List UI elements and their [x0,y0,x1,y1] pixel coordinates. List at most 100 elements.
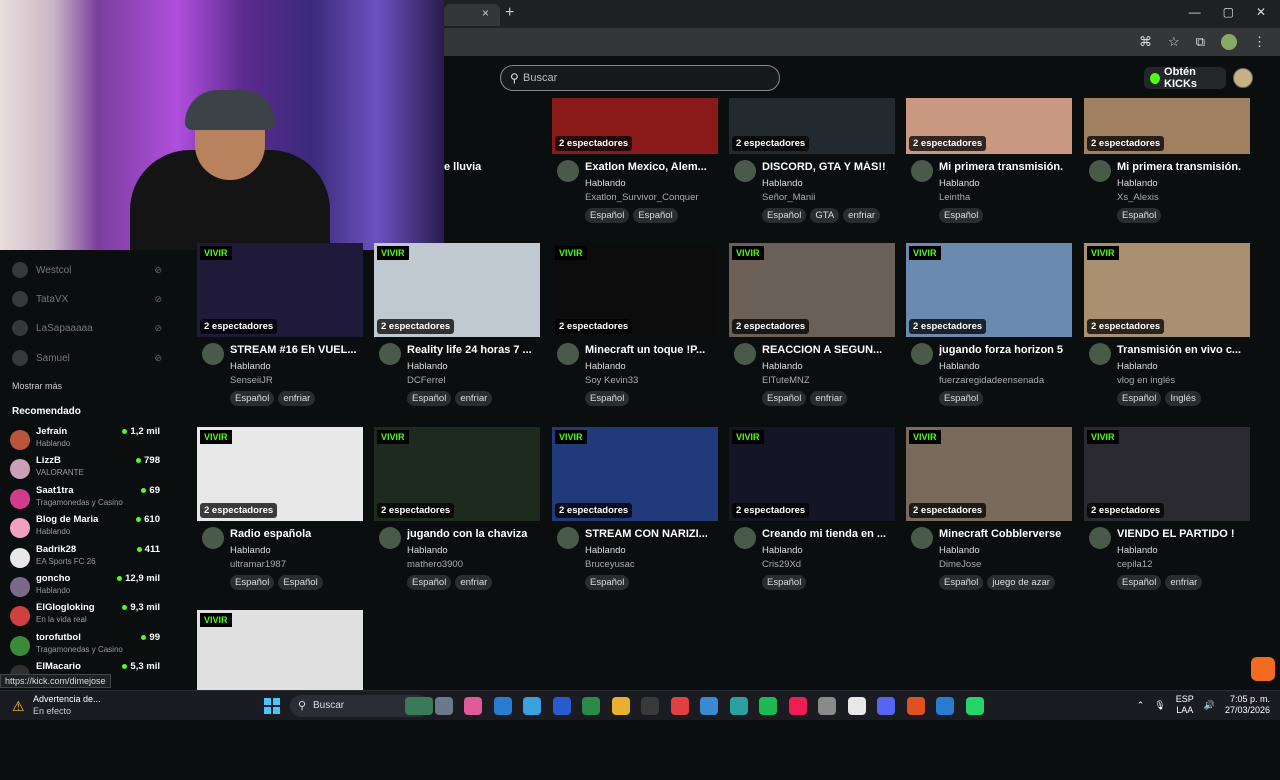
tiktok-icon[interactable] [788,697,807,715]
tag[interactable]: Español [407,391,452,406]
windows-start-icon[interactable] [264,698,280,714]
spotify-icon[interactable] [759,697,777,715]
tag[interactable]: enfriar [455,574,493,590]
stream-category[interactable]: Hablando [1117,545,1158,556]
streamer-name[interactable]: SenseiiJR [230,375,273,386]
close-window-button[interactable]: ✕ [1256,5,1266,19]
stream-thumbnail[interactable]: VIVIR 2 espectadores [197,243,363,337]
followed-channel-item[interactable]: Samuel ⊘ [12,348,162,368]
stream-category[interactable]: Hablando [762,178,803,189]
whatsapp-icon[interactable] [965,697,984,715]
close-tab-icon[interactable]: × [482,6,489,20]
stream-title[interactable]: DISCORD, GTA Y MÁS!! [762,161,897,173]
stream-category[interactable]: Hablando [585,545,626,556]
streamer-avatar[interactable] [202,526,224,549]
streamer-name[interactable]: DCFerrel [407,375,446,386]
stream-title[interactable]: Minecraft un toque !P... [585,344,720,356]
tag[interactable]: Español [762,391,807,406]
warning-title[interactable]: Advertencia de... [33,694,101,704]
stream-card[interactable]: VIVIR 2 espectadores Transmisión en vivo c… [1084,243,1252,413]
stream-category[interactable]: Hablando [407,545,448,556]
stream-thumbnail[interactable]: 2 espectadores [1084,98,1250,154]
recommended-channel-item[interactable]: Jefraín Hablando 1,2 mil [10,426,160,454]
stream-thumbnail[interactable]: 2 espectadores [552,98,718,154]
stream-card[interactable]: VIVIR 2 espectadores jugando con la chaviz… [374,426,542,597]
stream-category[interactable]: Hablando [585,178,626,189]
streamer-avatar[interactable] [734,160,756,182]
recommended-channel-item[interactable]: torofutbol Tragamonedas y Casino 99 [10,632,160,660]
settings-icon[interactable] [818,697,836,715]
browser-tab[interactable] [444,4,500,26]
stream-card[interactable]: VIVIR 2 espectadores jugando forza horizon… [906,243,1074,413]
followed-channel-item[interactable]: Westcol ⊘ [12,260,162,280]
recommended-channel-item[interactable]: Badrik28 EA Sports FC 26 411 [10,544,160,572]
menu-icon[interactable]: ⋮ [1253,34,1266,53]
minimize-button[interactable]: — [1189,5,1201,19]
streamer-avatar[interactable] [1089,160,1111,182]
steam-icon[interactable] [641,697,659,715]
stream-card[interactable]: VIVIR 2 espectadores Reality life 24 horas… [374,243,542,413]
stream-title[interactable]: STREAM CON NARIZI... [585,528,720,540]
stream-category[interactable]: Hablando [1117,361,1158,372]
photos-icon[interactable] [552,697,571,715]
volume-icon[interactable]: 🔊 [1204,700,1215,711]
stream-title[interactable]: Transmisión en vivo c... [1117,344,1252,356]
stream-thumbnail[interactable]: VIVIR 2 espectadores [374,243,540,337]
stream-category[interactable]: Hablando [585,361,626,372]
get-kicks-button[interactable]: Obtén KICKs [1144,66,1226,90]
stream-category[interactable]: Hablando [939,545,980,556]
app-icon[interactable] [700,697,718,715]
recommended-channel-item[interactable]: LizzB VALORANTE 798 [10,455,160,483]
defender-icon[interactable] [936,697,954,715]
tag[interactable]: enfriar [1165,574,1203,590]
stream-category[interactable]: Hablando [762,545,803,556]
tag[interactable]: Español [1117,391,1162,406]
excel-icon[interactable] [582,697,600,715]
streamer-name[interactable]: Señor_Manii [762,192,815,203]
streamer-avatar[interactable] [557,343,579,365]
store-icon[interactable] [523,697,541,715]
stream-thumbnail[interactable]: VIVIR 2 espectadores [374,426,540,521]
stream-thumbnail[interactable]: VIVIR 2 espectadores [1084,426,1250,521]
stream-thumbnail[interactable]: VIVIR 2 espectadores [729,426,895,521]
stream-card[interactable]: VIVIR 2 espectadores STREAM CON NARIZI... H… [552,426,720,597]
streamer-avatar[interactable] [1089,526,1111,549]
stream-title[interactable]: STREAM #16 Eh VUEL... [230,344,365,356]
stream-thumbnail[interactable]: 2 espectadores [906,98,1072,154]
streamer-name[interactable]: mathero3900 [407,559,463,570]
streamer-name[interactable]: ultramar1987 [230,559,286,570]
show-more-link[interactable]: Mostrar más [12,381,62,391]
stream-thumbnail[interactable]: 2 espectadores [729,98,895,154]
recommended-channel-item[interactable]: ElGlogloking En la vida real 9,3 mil [10,602,160,630]
mic-icon[interactable]: 🎙 [1154,700,1165,711]
widget-icon[interactable] [405,697,433,715]
stream-thumbnail[interactable]: VIVIR 2 espectadores [906,243,1072,337]
translate-icon[interactable]: ⌘ [1139,34,1152,53]
tag[interactable]: Inglés [1165,391,1201,406]
stream-title[interactable]: Minecraft Cobblerverse [939,528,1074,540]
stream-card[interactable]: VIVIR 2 espectadores VIENDO EL PARTIDO ! Ha… [1084,426,1252,597]
stream-title[interactable]: Mi primera transmisión. [1117,161,1252,173]
edge-icon[interactable] [493,697,512,715]
stream-thumbnail[interactable]: VIVIR 2 espectadores [729,243,895,337]
streamer-avatar[interactable] [911,526,933,549]
streamer-avatar[interactable] [1089,343,1111,365]
tag[interactable]: Español [1117,208,1162,223]
tag[interactable]: Español [1117,574,1162,590]
tag[interactable]: Español [230,574,275,590]
tag[interactable]: juego de azar [987,574,1055,590]
stream-card[interactable]: VIVIR 2 espectadores STREAM #16 Eh VUEL...… [197,243,365,413]
tag[interactable]: enfriar [810,391,848,406]
stream-thumbnail[interactable]: VIVIR 2 espectadores [552,243,718,337]
bookmark-star-icon[interactable]: ☆ [1168,34,1180,53]
recommended-channel-item[interactable]: Blog de Maria Hablando 610 [10,514,160,542]
streamer-name[interactable]: vlog en inglés [1117,375,1175,386]
extensions-icon[interactable]: ⧉ [1196,34,1205,53]
streamer-avatar[interactable] [557,526,579,549]
stream-category[interactable]: Hablando [939,361,980,372]
tag[interactable]: enfriar [843,208,881,223]
tag[interactable]: Español [939,208,984,223]
streamer-avatar[interactable] [911,343,933,365]
new-tab-button[interactable]: + [505,4,514,22]
recommended-channel-item[interactable]: goncho Hablando 12,9 mil [10,573,160,601]
